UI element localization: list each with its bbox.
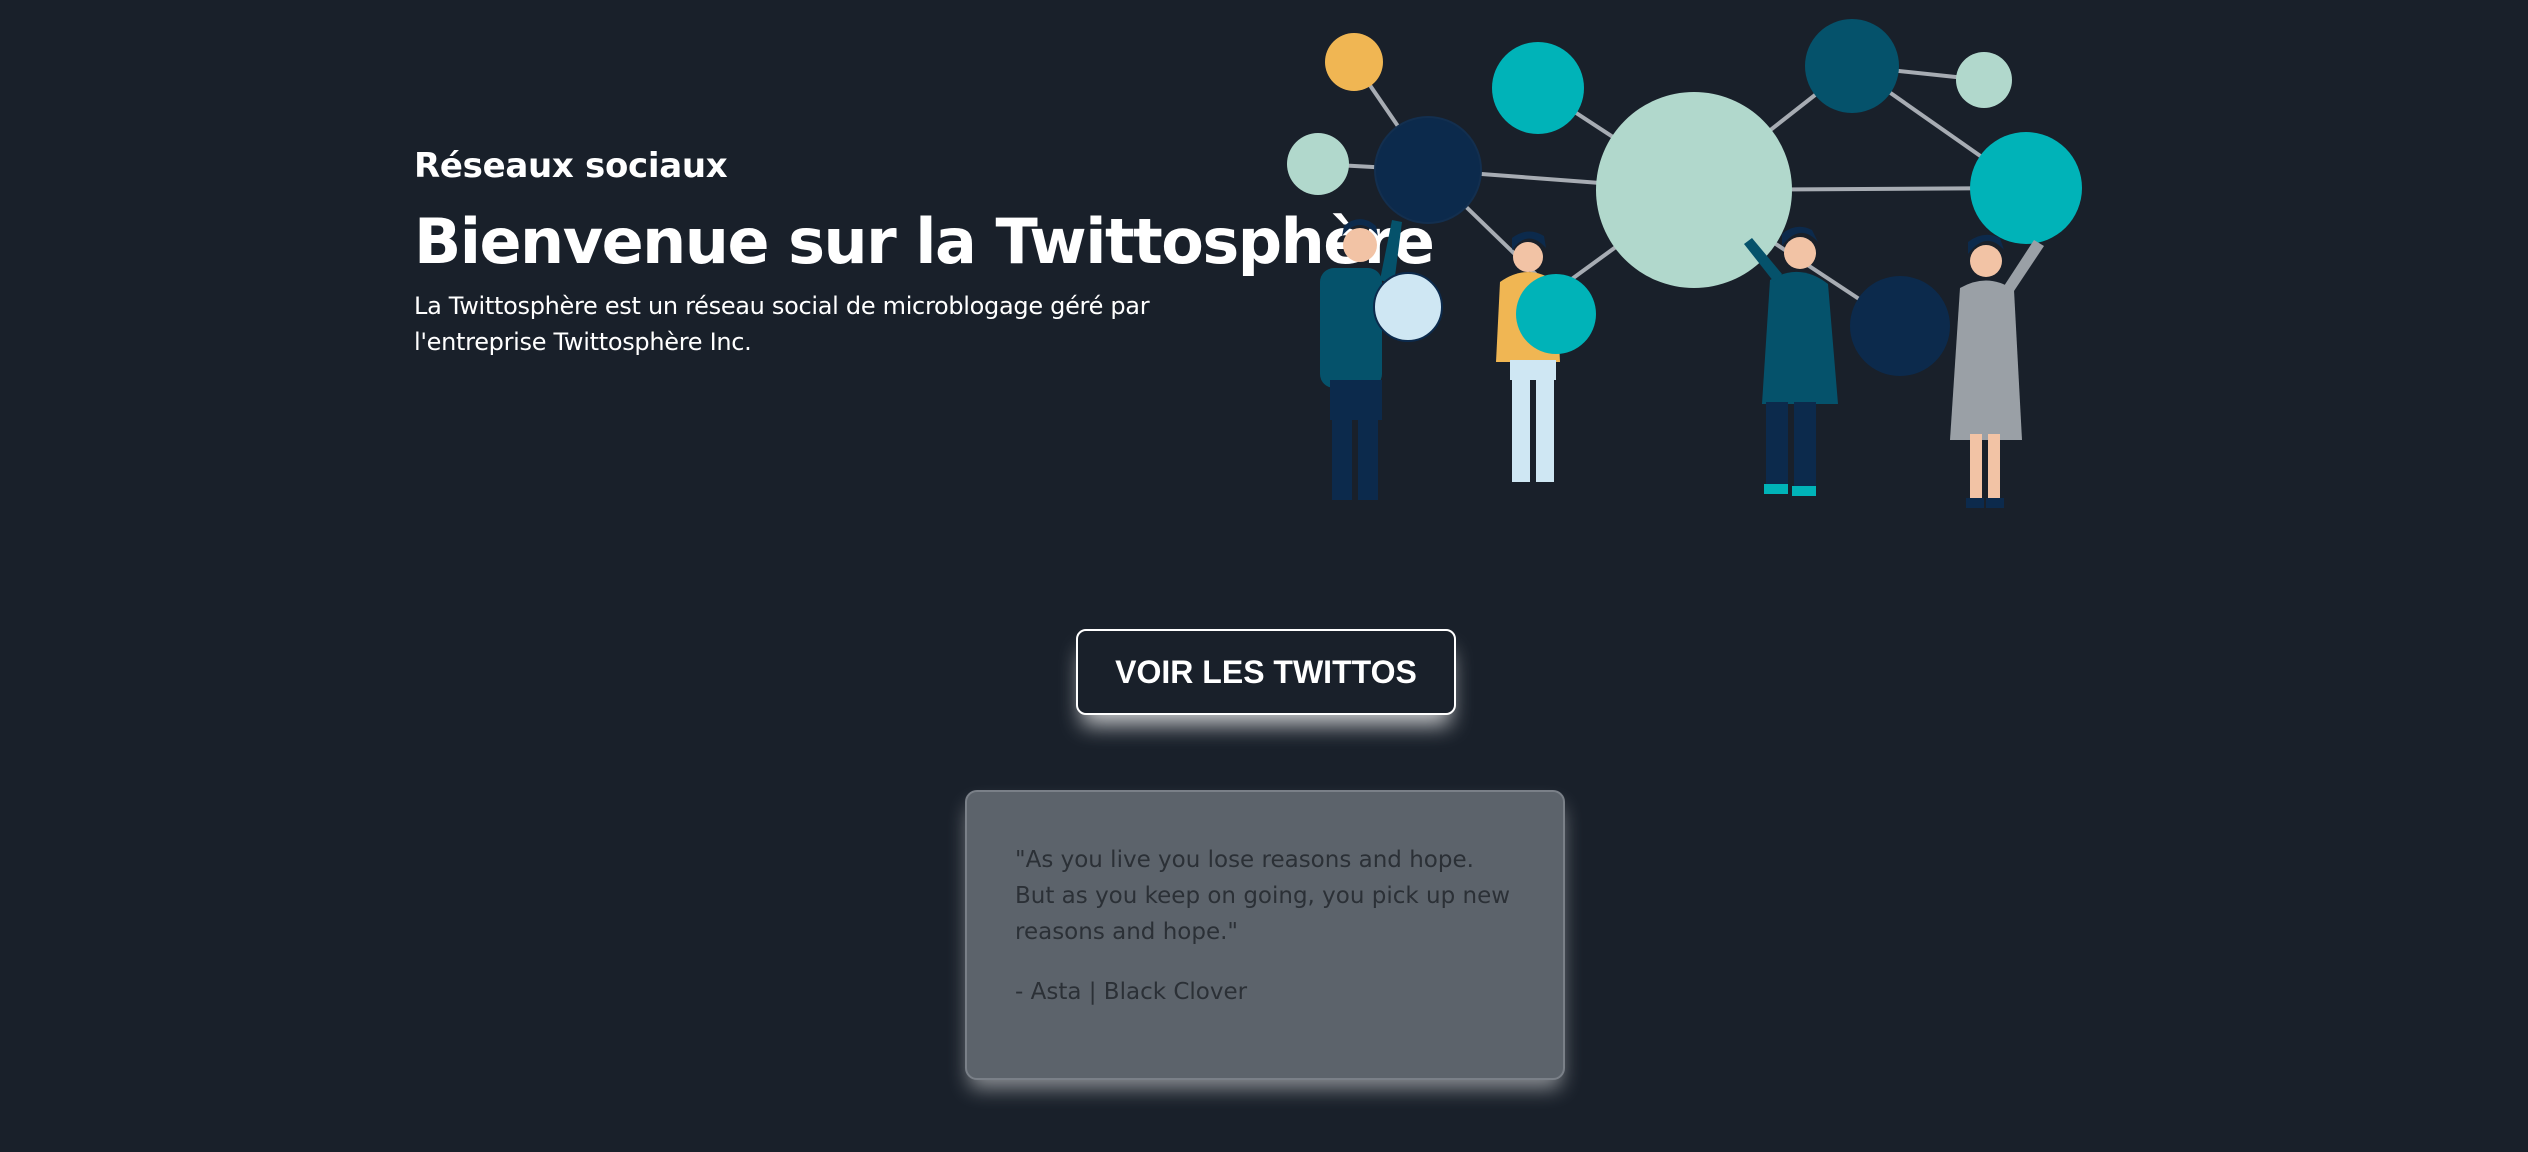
hero-description: La Twittosphère est un réseau social de … bbox=[414, 292, 1150, 356]
people-network-illustration bbox=[1280, 10, 2090, 510]
hero-text: Réseaux sociaux Bienvenue sur la Twittos… bbox=[414, 140, 1435, 360]
quote-text: "As you live you lose reasons and hope. … bbox=[1015, 847, 1511, 945]
quote-author: - Asta | Black Clover bbox=[1015, 979, 1248, 1005]
hero-eyebrow: Réseaux sociaux bbox=[414, 146, 728, 186]
page-title: Bienvenue sur la Twittosphère bbox=[414, 205, 1435, 278]
quote-card: "As you live you lose reasons and hope. … bbox=[965, 790, 1565, 1080]
voir-les-twittos-button[interactable]: VOIR LES TWITTOS bbox=[1076, 629, 1456, 715]
